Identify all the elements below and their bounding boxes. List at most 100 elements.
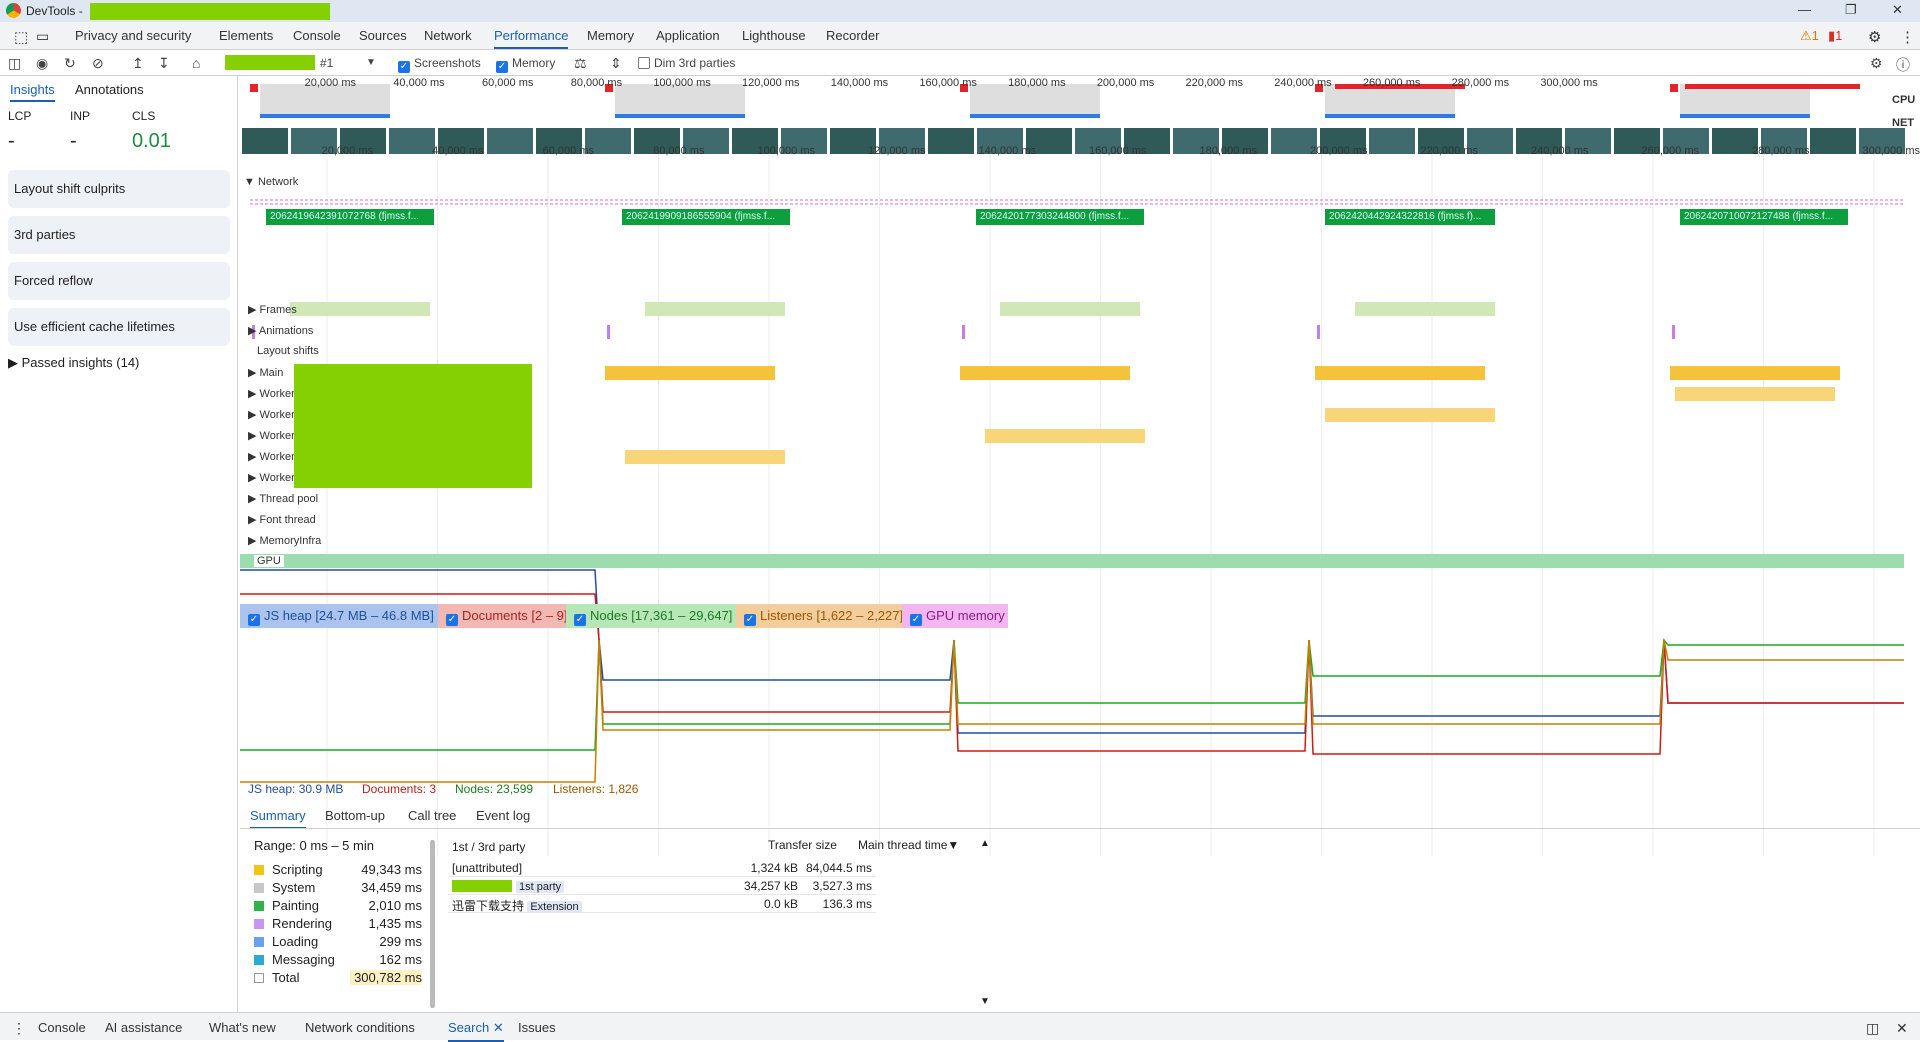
summary-scrollbar[interactable]: [430, 840, 435, 1008]
tab-elements[interactable]: Elements: [219, 28, 273, 43]
category-swatch: [254, 973, 264, 983]
tab-bottom-up[interactable]: Bottom-up: [325, 808, 385, 823]
track-worker[interactable]: ▶ Worker: [248, 408, 295, 421]
tab-annotations[interactable]: Annotations: [75, 82, 144, 97]
throttle-icon[interactable]: ⇕: [610, 55, 622, 72]
download-icon[interactable]: ↧: [158, 55, 170, 72]
memory-checkbox[interactable]: ✓ Memory: [496, 56, 555, 73]
tab-application[interactable]: Application: [656, 28, 720, 43]
error-badge[interactable]: ▮1: [1828, 28, 1842, 44]
device-toolbar-icon[interactable]: ▭: [36, 28, 49, 45]
insight-forced-reflow[interactable]: Forced reflow: [8, 262, 230, 300]
js-heap-checkbox[interactable]: ✓ JS heap [24.7 MB – 46.8 MB]: [240, 604, 438, 628]
track-font-thread[interactable]: ▶ Font thread: [248, 513, 316, 526]
js-heap-readout: JS heap: 30.9 MB: [248, 782, 344, 796]
metric-lcp-value: -: [8, 130, 15, 152]
drawer-tabs: ⋮ Console AI assistance What's new Netwo…: [0, 1012, 1920, 1042]
tab-insights[interactable]: Insights: [10, 82, 55, 102]
track-main[interactable]: ▶ Main: [248, 366, 283, 379]
party-row[interactable]: 1st party 34,257 kB 3,527.3 ms: [448, 877, 876, 895]
track-frames[interactable]: ▶ Frames: [248, 303, 297, 316]
network-request[interactable]: 2062419909186555904 (fjmss.f...: [622, 209, 790, 225]
sidebar-toggle-icon[interactable]: ◫: [8, 55, 21, 72]
track-thread-pool[interactable]: ▶ Thread pool: [248, 492, 318, 505]
listeners-checkbox[interactable]: ✓ Listeners [1,622 – 2,227]: [736, 604, 903, 628]
track-memoryinfra[interactable]: ▶ MemoryInfra: [248, 534, 321, 547]
network-request[interactable]: 2062420442924322816 (fjmss.f)...: [1325, 209, 1495, 225]
transfer-size: 0.0 kB: [763, 897, 798, 911]
insight-layout-shift-culprits[interactable]: Layout shift culprits: [8, 170, 230, 208]
recording-select[interactable]: #1: [320, 56, 333, 70]
restore-icon[interactable]: ❐: [1845, 2, 1857, 18]
main-thread-column-header[interactable]: Main thread time▼: [858, 838, 959, 852]
drawer-tab-console[interactable]: Console: [38, 1020, 86, 1035]
gpu-track[interactable]: [240, 554, 1904, 568]
track-worker[interactable]: ▶ Worker: [248, 429, 295, 442]
summary-category: Scripting: [254, 862, 323, 877]
capture-settings-icon[interactable]: ⚙: [1870, 55, 1883, 72]
dock-icon[interactable]: ◫: [1866, 1020, 1879, 1037]
track-worker[interactable]: ▶ Worker: [248, 387, 295, 400]
tab-event-log[interactable]: Event log: [476, 808, 530, 823]
tab-privacy[interactable]: Privacy and security: [75, 28, 191, 43]
tab-lighthouse[interactable]: Lighthouse: [742, 28, 806, 43]
upload-icon[interactable]: ↥: [132, 55, 144, 72]
insight-third-parties[interactable]: 3rd parties: [8, 216, 230, 254]
chevron-down-icon[interactable]: ▼: [366, 57, 376, 68]
drawer-menu-icon[interactable]: ⋮: [12, 1020, 26, 1037]
tab-performance[interactable]: Performance: [494, 28, 569, 49]
documents-checkbox[interactable]: ✓ Documents [2 – 9]: [438, 604, 568, 628]
drawer-tab-issues[interactable]: Issues: [518, 1020, 556, 1035]
close-icon[interactable]: ✕: [1892, 2, 1903, 18]
panel-tabs: ⬚ ▭ Privacy and security Elements Consol…: [0, 22, 1920, 50]
tab-memory[interactable]: Memory: [587, 28, 634, 43]
dim-third-parties-checkbox[interactable]: Dim 3rd parties: [638, 56, 735, 70]
insight-cache-lifetimes[interactable]: Use efficient cache lifetimes: [8, 308, 230, 346]
network-request[interactable]: 2062420177303244800 (fjmss.f...: [976, 209, 1144, 225]
track-animations[interactable]: ▶ Animations: [248, 324, 313, 337]
drawer-tab-search[interactable]: Search ✕: [448, 1020, 504, 1042]
tab-summary[interactable]: Summary: [250, 808, 306, 829]
close-drawer-icon[interactable]: ✕: [1896, 1020, 1908, 1037]
network-track-label[interactable]: ▼ Network: [244, 176, 298, 188]
drawer-tab-whats-new[interactable]: What's new: [209, 1020, 276, 1035]
scroll-down-icon[interactable]: ▼: [980, 996, 990, 1007]
tab-sources[interactable]: Sources: [359, 28, 407, 43]
record-icon[interactable]: ◉: [36, 55, 48, 72]
track-worker[interactable]: ▶ Worker: [248, 471, 295, 484]
network-request[interactable]: 2062420710072127488 (fjmss.f...: [1680, 209, 1848, 225]
track-worker[interactable]: ▶ Worker: [248, 450, 295, 463]
transfer-size-column-header[interactable]: Transfer size: [768, 838, 837, 852]
track-layout-shifts[interactable]: Layout shifts: [257, 345, 319, 357]
clear-icon[interactable]: ⊘: [92, 55, 104, 72]
time-tick: 300,000 ms: [1540, 77, 1598, 89]
home-icon[interactable]: ⌂: [192, 55, 200, 71]
time-tick: 280,000 ms: [1451, 77, 1510, 89]
tab-network[interactable]: Network: [424, 28, 472, 43]
minimize-icon[interactable]: —: [1798, 2, 1811, 17]
warning-badge[interactable]: ⚠1: [1800, 28, 1819, 44]
scroll-up-icon[interactable]: ▲: [980, 838, 990, 849]
tab-call-tree[interactable]: Call tree: [408, 808, 456, 823]
party-row[interactable]: [unattributed] 1,324 kB 84,044.5 ms: [448, 859, 876, 877]
tab-recorder[interactable]: Recorder: [826, 28, 879, 43]
reload-record-icon[interactable]: ↻: [64, 55, 76, 72]
gc-icon[interactable]: ⚖: [574, 55, 587, 72]
party-column-header[interactable]: 1st / 3rd party: [452, 840, 525, 854]
party-row[interactable]: 迅雷下载支持 Extension 0.0 kB 136.3 ms: [448, 895, 876, 913]
inspect-icon[interactable]: ⬚: [14, 28, 28, 46]
screenshots-checkbox[interactable]: ✓ Screenshots: [398, 56, 481, 73]
passed-insights-toggle[interactable]: ▶ Passed insights (14): [8, 355, 139, 371]
nodes-checkbox[interactable]: ✓ Nodes [17,361 – 29,647]: [566, 604, 736, 628]
network-request[interactable]: 2062419642391072768 (fjmss.f...: [266, 209, 434, 225]
main-activity: [1315, 366, 1485, 380]
help-icon[interactable]: ⓘ: [1896, 55, 1910, 75]
drawer-tab-network-conditions[interactable]: Network conditions: [305, 1020, 415, 1035]
recording-thumbnail: [225, 55, 315, 70]
tab-console[interactable]: Console: [293, 28, 341, 43]
settings-icon[interactable]: ⚙: [1868, 28, 1881, 46]
drawer-tab-ai-assistance[interactable]: AI assistance: [105, 1020, 182, 1035]
time-tick: 60,000 ms: [482, 77, 534, 89]
more-options-icon[interactable]: ⋮: [1900, 28, 1915, 46]
gpu-memory-checkbox[interactable]: ✓ GPU memory: [902, 604, 1008, 628]
